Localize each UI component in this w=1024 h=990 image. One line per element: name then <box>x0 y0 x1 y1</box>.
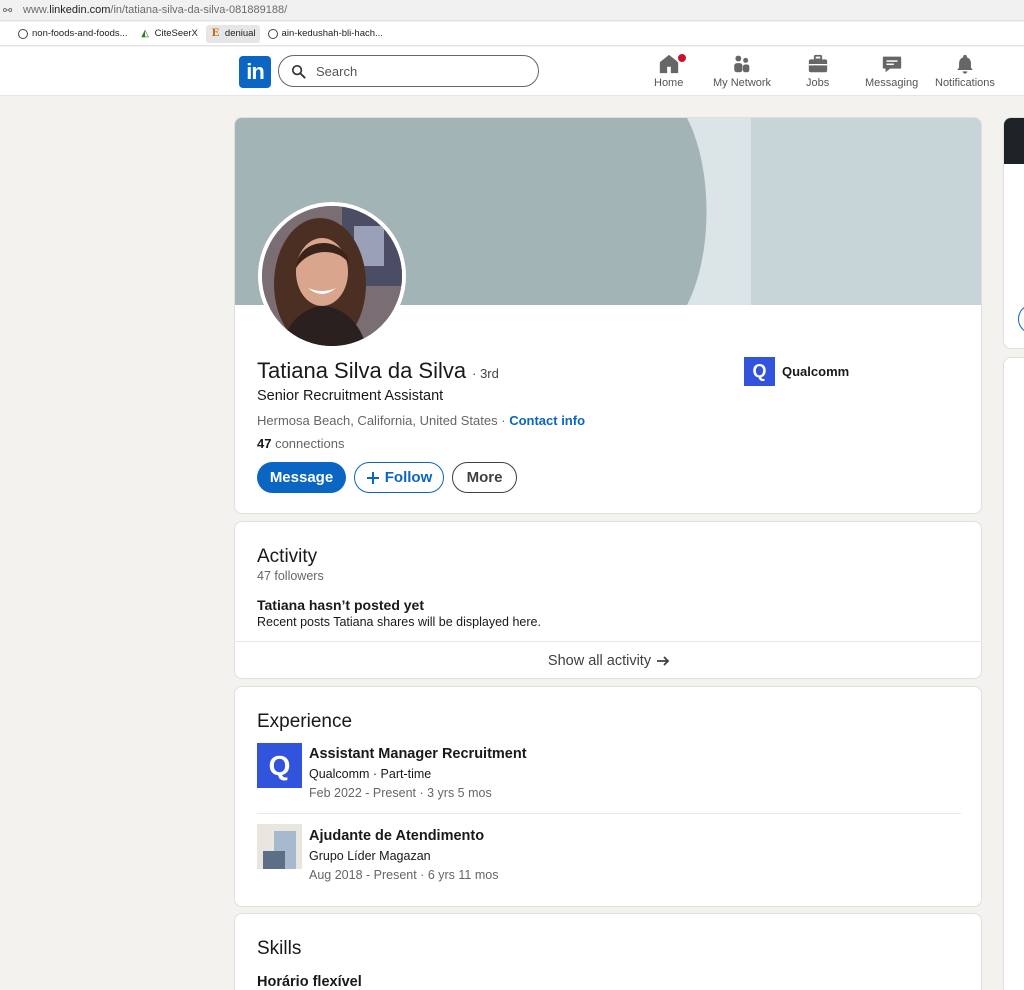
nav-label: Messaging <box>865 77 919 89</box>
profile-photo[interactable] <box>258 202 406 350</box>
current-company[interactable]: Q Qualcomm <box>744 357 849 386</box>
nav-label: Home <box>654 77 684 89</box>
qualcomm-logo-icon: Q <box>744 357 775 386</box>
side-card-banner <box>1004 118 1024 164</box>
nav-item-messaging[interactable]: Messaging <box>865 52 918 92</box>
nav-label: My Network <box>713 77 772 89</box>
bookmark-label: non-foods-and-foods... <box>32 28 128 39</box>
follow-label: Follow <box>384 469 433 486</box>
url-host: linkedin.com <box>49 4 111 16</box>
location-separator: · <box>497 413 510 428</box>
side-card-secondary <box>1003 357 1024 990</box>
profile-location: Hermosa Beach, California, United States <box>257 413 498 428</box>
notification-badge <box>675 52 688 64</box>
globe-icon <box>267 28 278 39</box>
top-nav: in Home My Network Jobs Messaging Notifi… <box>0 47 1024 96</box>
side-card-button[interactable] <box>1018 304 1024 334</box>
nav-label: Jobs <box>806 77 830 89</box>
followers-count: 47 followers <box>257 569 324 583</box>
side-card <box>1003 117 1024 349</box>
search-input[interactable] <box>316 63 516 79</box>
experience-item[interactable]: Ajudante de Atendimento Grupo Líder Maga… <box>257 824 961 894</box>
connections-count[interactable]: 47 connections <box>257 436 344 451</box>
bookmarks-bar: non-foods-and-foods... ◭ CiteSeerX E den… <box>0 22 1024 46</box>
site-settings-icon[interactable]: ⚯ <box>3 4 17 17</box>
experience-dates: Feb 2022 - Present · 3 yrs 5 mos <box>309 786 492 800</box>
nav-item-my-network[interactable]: My Network <box>713 52 771 92</box>
experience-card: Experience Q Assistant Manager Recruitme… <box>234 686 982 907</box>
linkedin-logo[interactable]: in <box>239 56 271 88</box>
bookmark-item[interactable]: non-foods-and-foods... <box>14 25 132 43</box>
profile-name-row: Tatiana Silva da Silva · 3rd <box>257 358 499 384</box>
url-prefix: www. <box>23 4 50 16</box>
arrow-right-icon <box>657 656 670 666</box>
profile-photo-graphic <box>262 206 402 346</box>
skills-card: Skills Horário flexível <box>234 913 982 990</box>
network-icon <box>734 55 750 73</box>
follow-button[interactable]: Follow <box>354 462 444 493</box>
etsy-icon: E <box>211 28 220 39</box>
profile-location-row: Hermosa Beach, California, United States… <box>257 413 585 428</box>
activity-card: Activity 47 followers Tatiana hasn’t pos… <box>234 521 982 679</box>
experience-title: Experience <box>257 711 353 732</box>
experience-company: Grupo Líder Magazan <box>309 849 431 863</box>
message-button[interactable]: Message <box>257 462 346 493</box>
no-posts-title: Tatiana hasn’t posted yet <box>257 597 424 613</box>
url-path: /in/tatiana-silva-da-silva-081889188/ <box>110 4 288 16</box>
search-icon <box>291 64 306 79</box>
skill-item[interactable]: Horário flexível <box>257 974 362 990</box>
profile-name: Tatiana Silva da Silva <box>257 358 467 383</box>
contact-info-link[interactable]: Contact info <box>509 413 585 428</box>
nav-item-notifications[interactable]: Notifications <box>935 52 995 92</box>
citeseerx-icon: ◭ <box>141 28 149 39</box>
no-posts-text: Recent posts Tatiana shares will be disp… <box>257 615 541 629</box>
messaging-icon <box>882 56 901 73</box>
company-name: Qualcomm <box>782 364 850 379</box>
search-box[interactable] <box>278 55 539 87</box>
nav-label: Notifications <box>935 77 995 89</box>
plus-icon <box>366 471 379 484</box>
company-placeholder-logo-icon <box>257 824 302 869</box>
experience-role: Ajudante de Atendimento <box>309 828 485 844</box>
bookmark-item[interactable]: E deniual <box>205 24 260 43</box>
globe-icon <box>18 28 28 39</box>
profile-headline: Senior Recruitment Assistant <box>257 388 444 404</box>
qualcomm-logo-icon: Q <box>257 743 302 788</box>
skills-title: Skills <box>257 938 302 959</box>
experience-role: Assistant Manager Recruitment <box>309 746 527 762</box>
divider <box>257 813 961 814</box>
bookmark-item[interactable]: ain-kedushah-bli-hach... <box>264 25 387 43</box>
connections-label: connections <box>271 436 345 451</box>
experience-dates: Aug 2018 - Present · 6 yrs 11 mos <box>309 868 499 882</box>
bookmark-label: ain-kedushah-bli-hach... <box>281 28 383 39</box>
show-all-activity-button[interactable]: Show all activity <box>235 642 981 678</box>
nav-item-jobs[interactable]: Jobs <box>806 52 829 92</box>
profile-card: Tatiana Silva da Silva · 3rd Senior Recr… <box>234 117 982 514</box>
connection-degree: · 3rd <box>472 366 499 381</box>
bookmark-label: deniual <box>224 28 256 39</box>
nav-item-home[interactable]: Home <box>654 52 688 92</box>
browser-url-bar[interactable]: ⚯ www. linkedin.com/in/tatiana-silva-da-s… <box>0 0 1024 21</box>
bookmark-label: CiteSeerX <box>154 28 198 39</box>
connections-number: 47 <box>257 436 272 451</box>
briefcase-icon <box>808 54 827 73</box>
experience-item[interactable]: Q Assistant Manager Recruitment Qualcomm… <box>257 743 961 813</box>
more-button[interactable]: More <box>452 462 517 493</box>
show-all-label: Show all activity <box>547 653 652 669</box>
bell-icon <box>957 54 973 74</box>
bookmark-item[interactable]: ◭ CiteSeerX <box>136 25 202 43</box>
experience-company: Qualcomm · Part-time <box>309 767 432 781</box>
activity-title: Activity <box>257 546 318 567</box>
